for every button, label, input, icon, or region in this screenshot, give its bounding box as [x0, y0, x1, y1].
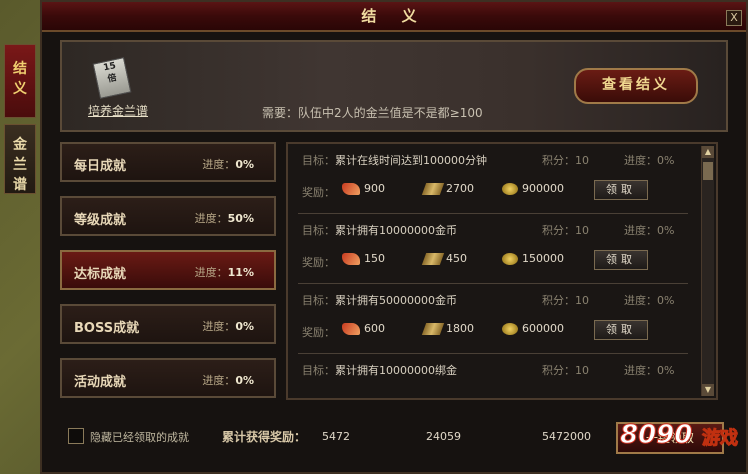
list-item: 目标：累计拥有10000000绑金 积分：10 进度：0%: [288, 354, 716, 398]
category-event[interactable]: 活动成就 进度：0%: [60, 358, 276, 398]
total-rewards-label: 累计获得奖励：: [222, 430, 307, 444]
gold-coin-icon: [502, 182, 518, 195]
goal-text: 目标：累计在线时间达到100000分钟: [302, 154, 487, 167]
score-text: 积分：10: [542, 364, 589, 377]
gold-coin-icon: [502, 252, 518, 265]
gold-orchid-book-icon[interactable]: 15 倍: [92, 57, 132, 99]
goal-text: 目标：累计拥有10000000金币: [302, 224, 457, 237]
progress-text: 进度：0%: [624, 294, 675, 307]
category-progress: 进度：0%: [202, 158, 254, 171]
category-progress: 进度：0%: [202, 320, 254, 333]
progress-text: 进度：0%: [624, 364, 675, 377]
goal-text: 目标：累计拥有50000000金币: [302, 294, 457, 307]
reward-label: 奖励：: [302, 326, 335, 339]
category-name: BOSS成就: [74, 321, 140, 336]
category-boss[interactable]: BOSS成就 进度：0%: [60, 304, 276, 344]
reward-label: 奖励：: [302, 256, 335, 269]
requirement-text: 需要：队伍中2人的金兰值是不是都≥100: [262, 106, 483, 120]
close-icon[interactable]: X: [726, 10, 742, 26]
total-wing: 5472: [322, 430, 350, 443]
logo-word: 游戏: [702, 428, 739, 450]
claim-button[interactable]: 领取: [594, 180, 648, 200]
total-scroll: 24059: [426, 430, 461, 443]
list-item: 目标：累计在线时间达到100000分钟 积分：10 进度：0% 奖励： 900 …: [288, 144, 716, 214]
wing-icon: [342, 322, 360, 335]
score-text: 积分：10: [542, 154, 589, 167]
site-watermark-logo: 8090 游戏: [619, 414, 746, 472]
brotherhood-banner: 15 倍 培养金兰谱 需要：队伍中2人的金兰值是不是都≥100 查看结义: [60, 40, 728, 132]
achievement-category-list: 每日成就 进度：0% 等级成就 进度：50% 达标成就 进度：11% BOSS成…: [60, 142, 276, 412]
claim-button[interactable]: 领取: [594, 320, 648, 340]
category-name: 活动成就: [74, 375, 127, 390]
gold-coin-icon: [502, 322, 518, 335]
category-progress: 进度：11%: [194, 266, 254, 279]
total-gold: 5472000: [542, 430, 591, 443]
reward-scroll: 2700: [421, 182, 474, 195]
tab-brotherhood[interactable]: 结 义: [4, 44, 36, 118]
hide-claimed-label: 隐藏已经领取的成就: [90, 431, 189, 444]
progress-text: 进度：0%: [624, 224, 675, 237]
tab-gold-orchid[interactable]: 金 兰 谱: [4, 124, 36, 194]
side-tab-bar: 结 义 金 兰 谱: [4, 44, 38, 200]
category-milestone[interactable]: 达标成就 进度：11%: [60, 250, 276, 290]
category-name: 达标成就: [74, 267, 127, 282]
list-item: 目标：累计拥有10000000金币 积分：10 进度：0% 奖励： 150 45…: [288, 214, 716, 284]
score-text: 积分：10: [542, 224, 589, 237]
category-progress: 进度：50%: [194, 212, 254, 225]
hide-claimed-checkbox[interactable]: [68, 428, 84, 444]
achievement-list: 目标：累计在线时间达到100000分钟 积分：10 进度：0% 奖励： 900 …: [286, 142, 718, 400]
scroll-icon: [421, 252, 445, 265]
goal-text: 目标：累计拥有10000000绑金: [302, 364, 457, 377]
category-name: 等级成就: [74, 213, 127, 228]
score-text: 积分：10: [542, 294, 589, 307]
progress-text: 进度：0%: [624, 154, 675, 167]
wing-icon: [342, 252, 360, 265]
category-daily[interactable]: 每日成就 进度：0%: [60, 142, 276, 182]
reward-gold: 600000: [502, 322, 564, 335]
reward-scroll: 1800: [421, 322, 474, 335]
category-level[interactable]: 等级成就 进度：50%: [60, 196, 276, 236]
reward-wing: 150: [342, 252, 385, 265]
reward-gold: 150000: [502, 252, 564, 265]
claim-button[interactable]: 领取: [594, 250, 648, 270]
scroll-icon: [421, 182, 445, 195]
view-brotherhood-button[interactable]: 查看结义: [574, 68, 698, 104]
list-scrollbar[interactable]: ▲ ▼: [701, 146, 714, 396]
window-title: 结 义: [42, 2, 746, 32]
scroll-up-icon[interactable]: ▲: [702, 146, 714, 158]
scroll-down-icon[interactable]: ▼: [702, 384, 714, 396]
reward-label: 奖励：: [302, 186, 335, 199]
list-item: 目标：累计拥有50000000金币 积分：10 进度：0% 奖励： 600 18…: [288, 284, 716, 354]
reward-wing: 900: [342, 182, 385, 195]
logo-number: 8090: [619, 420, 693, 451]
reward-gold: 900000: [502, 182, 564, 195]
category-name: 每日成就: [74, 159, 127, 174]
scroll-thumb[interactable]: [703, 162, 713, 180]
cultivate-book-link[interactable]: 培养金兰谱: [88, 102, 148, 119]
wing-icon: [342, 182, 360, 195]
reward-wing: 600: [342, 322, 385, 335]
reward-scroll: 450: [421, 252, 467, 265]
category-progress: 进度：0%: [202, 374, 254, 387]
sworn-brotherhood-window: 结 义 X 15 倍 培养金兰谱 需要：队伍中2人的金兰值是不是都≥100 查看结…: [40, 0, 748, 474]
scroll-icon: [421, 322, 445, 335]
